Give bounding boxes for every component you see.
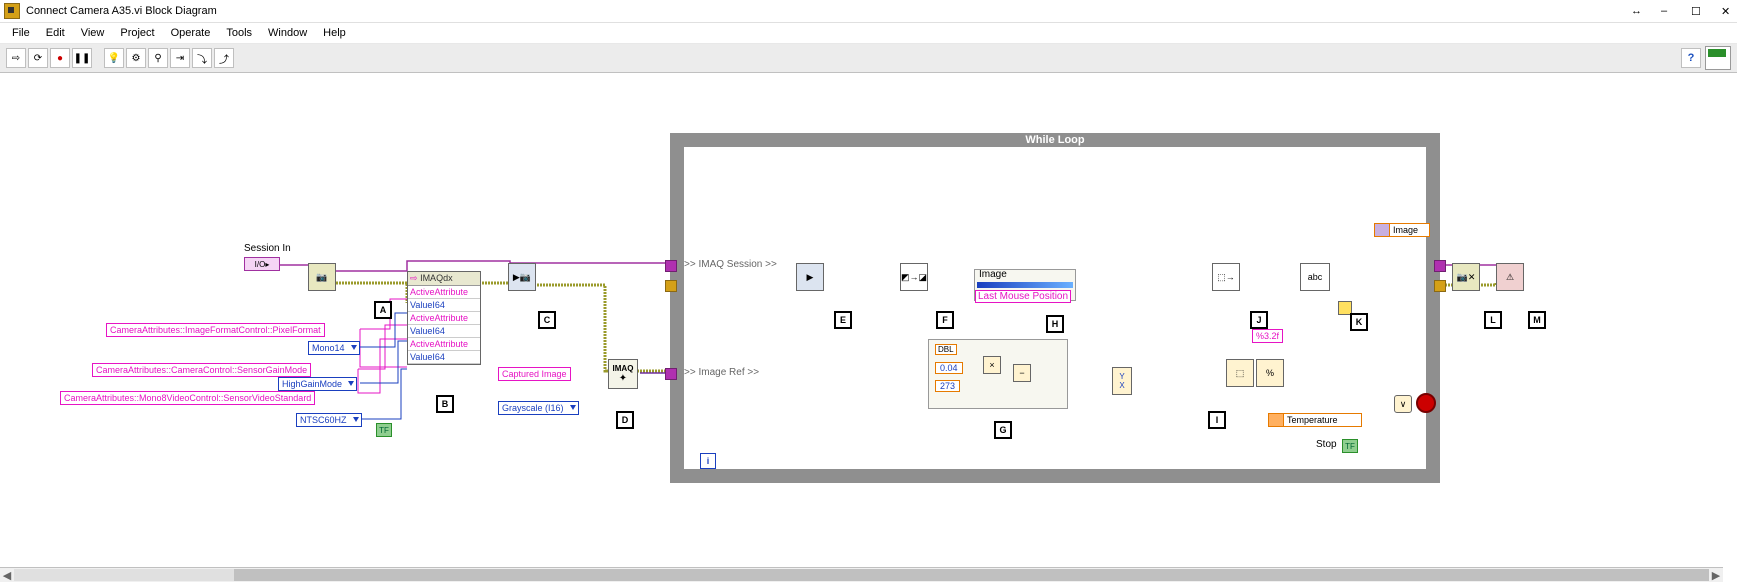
open-camera-vi[interactable]: 📷: [308, 263, 336, 291]
while-loop[interactable]: While Loop: [670, 133, 1440, 483]
highgain-enum[interactable]: HighGainMode: [278, 377, 357, 391]
unbundle-xy[interactable]: Y X: [1112, 367, 1132, 395]
gainmode-constant[interactable]: CameraAttributes::CameraControl::SensorG…: [92, 363, 311, 377]
menu-tools[interactable]: Tools: [220, 27, 258, 39]
tag-b: B: [436, 395, 454, 413]
format-into-string-vi[interactable]: abc: [1300, 263, 1330, 291]
tag-j: J: [1250, 311, 1268, 329]
image-indicator-cluster: Image Last Mouse Position: [974, 269, 1076, 301]
session-in-control[interactable]: I/O▸: [244, 257, 280, 271]
error-tunnel-in: [665, 280, 677, 292]
maximize-button[interactable]: ☐: [1691, 5, 1703, 17]
menu-view[interactable]: View: [75, 27, 111, 39]
scroll-right-icon[interactable]: ▶: [1709, 569, 1723, 581]
const-273[interactable]: 273: [935, 380, 960, 392]
menu-bar: File Edit View Project Operate Tools Win…: [0, 23, 1737, 44]
imageref-tunnel-in: [665, 368, 677, 380]
session-tunnel-in: [665, 260, 677, 272]
menu-help[interactable]: Help: [317, 27, 352, 39]
mono14-enum[interactable]: Mono14: [308, 341, 360, 355]
captured-image-constant[interactable]: Captured Image: [498, 367, 571, 381]
context-help-button[interactable]: ?: [1681, 48, 1701, 68]
tag-g: G: [994, 421, 1012, 439]
tag-f: F: [936, 311, 954, 329]
highlight-button[interactable]: 💡: [104, 48, 124, 68]
while-loop-label: While Loop: [684, 133, 1426, 147]
tag-d: D: [616, 411, 634, 429]
step-out-button[interactable]: ⤴: [214, 48, 234, 68]
menu-file[interactable]: File: [6, 27, 36, 39]
session-in-label: Session In: [244, 243, 291, 254]
const-004[interactable]: 0.04: [935, 362, 963, 374]
vi-icon[interactable]: [1705, 46, 1731, 70]
multiply-node[interactable]: ×: [983, 356, 1001, 374]
stop-label: Stop: [1316, 439, 1337, 450]
image-extract-vi[interactable]: ◩→◪: [900, 263, 928, 291]
menu-window[interactable]: Window: [262, 27, 313, 39]
block-diagram-canvas[interactable]: Session In I/O▸ 📷 ⇨ IMAQdx ActiveAttribu…: [0, 73, 1737, 553]
scroll-track[interactable]: [14, 569, 1709, 581]
scroll-thumb[interactable]: [234, 569, 1709, 581]
pause-button[interactable]: ❚❚: [72, 48, 92, 68]
loop-condition-stop[interactable]: [1416, 393, 1436, 413]
grayscale-enum[interactable]: Grayscale (I16): [498, 401, 579, 415]
tag-a: A: [374, 301, 392, 319]
tag-i: I: [1208, 411, 1226, 429]
menu-operate[interactable]: Operate: [165, 27, 217, 39]
error-handler-vi[interactable]: ⚠: [1496, 263, 1524, 291]
last-mouse-label: Last Mouse Position: [975, 290, 1071, 303]
error-tunnel-out: [1434, 280, 1446, 292]
tag-e: E: [834, 311, 852, 329]
minimize-button[interactable]: –: [1661, 5, 1673, 17]
step-over-button[interactable]: ⤵: [192, 48, 212, 68]
imaq-session-tunnel-label: >> IMAQ Session >>: [684, 259, 777, 270]
step-into-button[interactable]: ⇥: [170, 48, 190, 68]
imaq-create-vi[interactable]: IMAQ ✦: [608, 359, 638, 389]
tag-h: H: [1046, 315, 1064, 333]
probe-button[interactable]: ⚲: [148, 48, 168, 68]
iteration-terminal: i: [700, 453, 716, 469]
horizontal-scrollbar[interactable]: ◀ ▶: [0, 567, 1723, 582]
temperature-indicator[interactable]: Temperature: [1268, 413, 1362, 427]
close-button[interactable]: ✕: [1721, 5, 1733, 17]
window-title: Connect Camera A35.vi Block Diagram: [26, 5, 217, 17]
scroll-left-icon[interactable]: ◀: [0, 569, 14, 581]
window-buttons: ↔ – ☐ ✕: [1631, 0, 1733, 22]
dbl-type-label: DBL: [935, 344, 957, 355]
run-button[interactable]: ⇨: [6, 48, 26, 68]
pixelformat-constant[interactable]: CameraAttributes::ImageFormatControl::Pi…: [106, 323, 325, 337]
app-icon: [4, 3, 20, 19]
title-bar: Connect Camera A35.vi Block Diagram ↔ – …: [0, 0, 1737, 23]
grab-vi[interactable]: ▶: [796, 263, 824, 291]
configure-grab-vi[interactable]: ▶📷: [508, 263, 536, 291]
getpixel-vi[interactable]: ⬚: [1226, 359, 1254, 387]
subtract-node[interactable]: −: [1013, 364, 1031, 382]
math-cluster: DBL 0.04 273 × −: [928, 339, 1068, 409]
videostd-constant[interactable]: CameraAttributes::Mono8VideoControl::Sen…: [60, 391, 315, 405]
tag-m: M: [1528, 311, 1546, 329]
abort-button[interactable]: ●: [50, 48, 70, 68]
or-node[interactable]: ∨: [1394, 395, 1412, 413]
retain-button[interactable]: ⚙: [126, 48, 146, 68]
run-continuously-button[interactable]: ⟳: [28, 48, 48, 68]
stop-control[interactable]: TF: [1342, 439, 1358, 453]
menu-edit[interactable]: Edit: [40, 27, 71, 39]
close-camera-vi[interactable]: 📷✕: [1452, 263, 1480, 291]
true-constant[interactable]: TF: [376, 423, 392, 437]
session-tunnel-out: [1434, 260, 1446, 272]
imaqdx-property-node[interactable]: ⇨ IMAQdx ActiveAttribute ValueI64 Active…: [407, 271, 481, 365]
image-label: Image: [979, 269, 1007, 280]
format-string[interactable]: %3.2f: [1252, 329, 1283, 343]
tag-l: L: [1484, 311, 1502, 329]
image-ref-tunnel-label: >> Image Ref >>: [684, 367, 759, 378]
tag-c: C: [538, 311, 556, 329]
menu-project[interactable]: Project: [114, 27, 160, 39]
format-value-vi[interactable]: %: [1256, 359, 1284, 387]
tag-k: K: [1350, 313, 1368, 331]
resize-icon[interactable]: ↔: [1631, 5, 1643, 17]
image-indicator[interactable]: Image: [1374, 223, 1430, 237]
to-string-vi[interactable]: ⬚→: [1212, 263, 1240, 291]
toolbar: ⇨ ⟳ ● ❚❚ 💡 ⚙ ⚲ ⇥ ⤵ ⤴ ?: [0, 44, 1737, 73]
ntsc-enum[interactable]: NTSC60HZ: [296, 413, 362, 427]
